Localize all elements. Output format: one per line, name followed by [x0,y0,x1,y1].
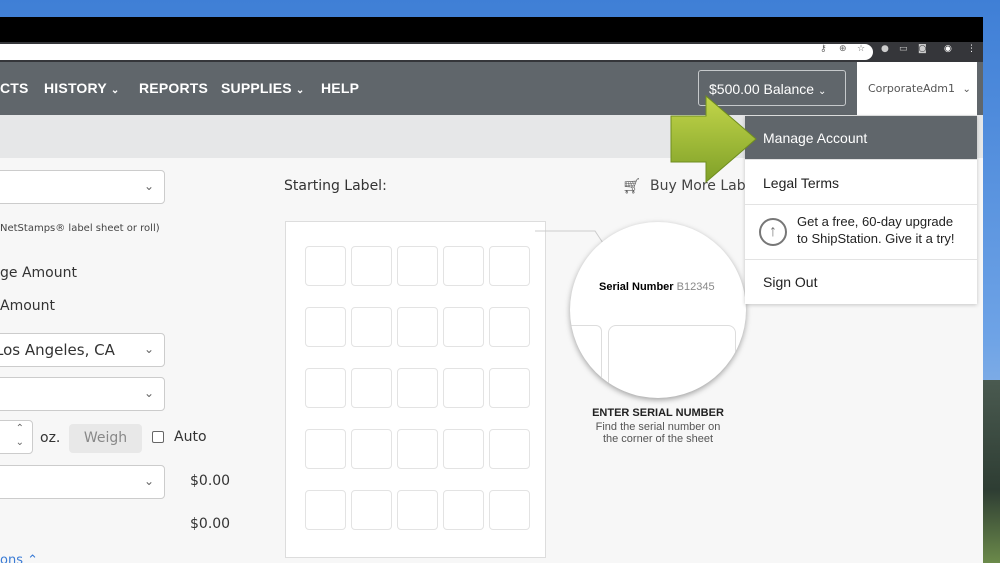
nav-reports[interactable]: REPORTS [139,80,208,96]
chevron-down-icon[interactable]: ⌄ [16,437,24,448]
label-sheet [285,221,546,558]
label-cell[interactable] [351,368,392,408]
from-select[interactable]: Los Angeles, CA ⌄ [0,333,165,367]
title-bar [0,17,983,42]
more-options-link[interactable]: ons ⌃ [0,553,38,563]
starting-label-heading: Starting Label: [284,178,387,194]
extension-icon[interactable]: ● [881,44,889,54]
sheet-note: NetStamps® label sheet or roll) [0,223,160,234]
address-bar[interactable] [0,44,873,60]
label-cell[interactable] [397,246,438,286]
browser-toolbar: ⚷ ⊕ ☆ ● ▭ ◙ ◉ ⋮ [0,42,983,62]
label-cell[interactable] [489,368,530,408]
star-icon[interactable]: ☆ [857,44,865,54]
serial-value: B12345 [676,281,715,293]
label-cell[interactable] [305,368,346,408]
weigh-button[interactable]: Weigh [69,424,142,453]
label-cell[interactable] [351,429,392,469]
label-cell[interactable] [489,307,530,347]
label-cell[interactable] [351,307,392,347]
package-select[interactable]: ⌄ [0,465,165,499]
profile-icon[interactable]: ◉ [944,44,952,54]
nav-supplies[interactable]: SUPPLIES ⌄ [221,80,304,96]
select-value: Los Angeles, CA [0,341,115,359]
chevron-down-icon: ⌄ [110,85,120,96]
enter-serial-desc: Find the serial number on [595,421,721,433]
label-cell[interactable] [305,246,346,286]
browser-window: ⚷ ⊕ ☆ ● ▭ ◙ ◉ ⋮ CTS HISTORY ⌄ REPORTS SUP… [0,17,983,563]
label-cell[interactable] [305,429,346,469]
label-cell[interactable] [351,246,392,286]
nav-label: HISTORY [44,80,107,96]
label-cell[interactable] [351,490,392,530]
menu-sign-out[interactable]: Sign Out [745,260,977,304]
upgrade-arrow-icon: ↑ [759,218,787,246]
menu-legal-terms[interactable]: Legal Terms [745,160,977,205]
label-cell[interactable] [443,246,484,286]
auto-checkbox[interactable] [152,431,164,443]
price: $0.00 [190,516,231,532]
label-cell [570,325,602,398]
enter-serial-title: ENTER SERIAL NUMBER [592,407,724,419]
desktop-background [983,380,1000,563]
chevron-up-icon[interactable]: ⌃ [16,423,24,434]
serial-magnifier: Serial Number B12345 [570,222,746,398]
main-nav: CTS HISTORY ⌄ REPORTS SUPPLIES ⌄ HELP $500… [0,62,983,115]
option-label: ge Amount [0,265,77,281]
menu-icon[interactable]: ⋮ [967,44,976,54]
sheet-type-select[interactable]: ⌄ [0,170,165,204]
label-cell[interactable] [443,307,484,347]
nav-history[interactable]: HISTORY ⌄ [44,80,119,96]
label-cell[interactable] [489,490,530,530]
label-cell[interactable] [443,429,484,469]
label-cell[interactable] [489,429,530,469]
label-cell[interactable] [397,429,438,469]
nav-help[interactable]: HELP [321,80,359,96]
link-text: ons [0,553,23,563]
chevron-down-icon: ⌄ [295,85,305,96]
label-cell[interactable] [397,490,438,530]
label-cell[interactable] [397,368,438,408]
weight-stepper[interactable]: ⌃ ⌄ [0,420,33,454]
menu-manage-account[interactable]: Manage Account [745,116,977,160]
label-cell[interactable] [443,368,484,408]
account-dropdown: Manage Account Legal Terms ↑ Get a free,… [745,116,977,304]
username: CorporateAdm1 [868,82,956,95]
nav-products[interactable]: CTS [0,80,29,96]
label-cell[interactable] [489,246,530,286]
chevron-down-icon: ⌄ [143,342,154,356]
label-cell[interactable] [443,490,484,530]
cast-icon[interactable]: ▭ [899,44,908,54]
key-icon[interactable]: ⚷ [820,44,827,54]
nav-label: SUPPLIES [221,80,292,96]
chevron-down-icon: ⌄ [143,386,154,400]
camera-icon[interactable]: ◙ [918,44,927,54]
chevron-down-icon: ⌄ [962,84,971,95]
label-cell[interactable] [305,490,346,530]
price: $0.00 [190,473,231,489]
zoom-icon[interactable]: ⊕ [839,44,847,54]
chevron-down-icon: ⌄ [143,474,154,488]
auto-label: Auto [174,429,207,445]
serial-label: Serial Number [599,281,674,293]
mail-class-select[interactable]: ⌄ [0,377,165,411]
chevron-down-icon: ⌄ [143,179,154,193]
cart-icon: 🛒︎ [622,177,642,195]
pointer-arrow-icon [670,94,757,184]
upgrade-text: Get a free, 60-day upgrade [797,214,954,229]
label-cell[interactable] [305,307,346,347]
option-label: Amount [0,298,56,314]
weight-unit: oz. [40,430,61,446]
enter-serial-desc: the corner of the sheet [602,433,714,445]
label-cell [608,325,736,398]
chevron-down-icon: ⌄ [817,86,827,97]
menu-shipstation-upgrade[interactable]: ↑ Get a free, 60-day upgrade to ShipStat… [745,205,977,260]
label-cell[interactable] [397,307,438,347]
user-menu-button[interactable]: CorporateAdm1 ⌄ [857,62,977,115]
upgrade-text: to ShipStation. Give it a try! [797,231,955,246]
